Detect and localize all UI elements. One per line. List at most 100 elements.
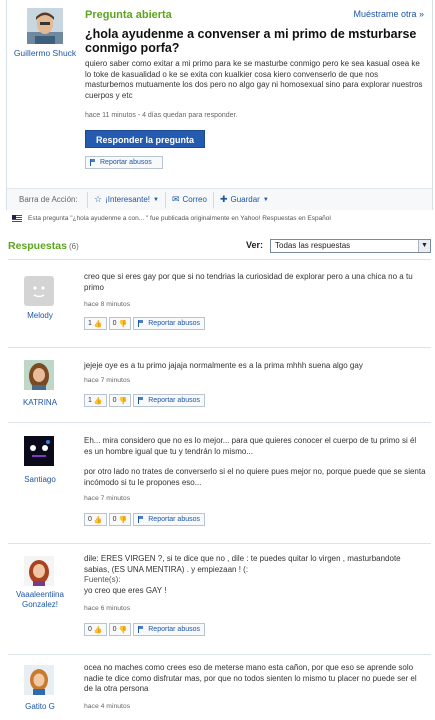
thumbs-down-button[interactable]: 0 👎 xyxy=(108,623,132,636)
answer-item: Vaaaleentiina Gonzalez! dile: ERES VIRGE… xyxy=(8,544,431,655)
downvote-count: 0 xyxy=(112,320,117,327)
question-meta: hace 11 minutos - 4 días quedan para res… xyxy=(85,112,238,119)
chevron-down-icon: ▼ xyxy=(153,196,159,203)
thumbs-down-icon: 👎 xyxy=(118,397,128,405)
flag-icon xyxy=(138,397,144,404)
report-label: Reportar abusos xyxy=(148,397,201,404)
answer-item: Santiago Eh... mira considero que no es … xyxy=(8,423,431,544)
question-status: Pregunta abierta xyxy=(85,9,172,21)
answer-text: jejeje oye es a tu primo jajaja normalme… xyxy=(84,361,363,370)
answer-source: Fuente(s): yo creo que eres GAY ! xyxy=(84,575,426,596)
report-label: Reportar abusos xyxy=(100,159,152,166)
answer-time: hace 6 minutos xyxy=(84,605,131,612)
thumbs-down-icon: 👎 xyxy=(118,626,128,634)
source-text: yo creo que eres GAY ! xyxy=(84,585,167,595)
thumbs-up-button[interactable]: 1 👍 xyxy=(84,317,107,330)
report-abuse-button[interactable]: Reportar abusos xyxy=(133,623,206,636)
user-name[interactable]: Gatito G xyxy=(8,702,72,712)
user-name[interactable]: Santiago xyxy=(8,475,72,485)
question-title: ¿hola ayudenme a convenser a mi primo de… xyxy=(85,27,417,55)
vote-bar: 1 👍 0 👎 Reportar abusos xyxy=(84,317,206,330)
thumbs-down-button[interactable]: 0 👎 xyxy=(108,513,132,526)
thumbs-down-button[interactable]: 0 👎 xyxy=(108,394,132,407)
downvote-count: 0 xyxy=(112,626,117,633)
mail-icon: ✉ xyxy=(171,194,180,204)
thumbs-down-icon: 👎 xyxy=(118,320,128,328)
show-another-link[interactable]: Muéstrame otra » xyxy=(353,9,424,19)
answers-filter-select[interactable]: Todas las respuestas ▼ xyxy=(270,239,431,253)
thumbs-up-button[interactable]: 1 👍 xyxy=(84,394,107,407)
chevron-down-icon: ▼ xyxy=(262,196,269,203)
vote-bar: 1 👍 0 👎 Reportar abusos xyxy=(84,394,206,407)
report-label: Reportar abusos xyxy=(148,320,201,327)
filter-label: Ver: xyxy=(245,240,263,250)
answers-title: Respuestas xyxy=(8,240,67,252)
thumbs-up-icon: 👍 xyxy=(93,516,103,524)
report-label: Reportar abusos xyxy=(148,626,201,633)
thumbs-down-button[interactable]: 0 👎 xyxy=(108,317,132,330)
interesting-button[interactable]: ☆ ¡Interesante! ▼ xyxy=(87,191,165,208)
answer-text: dile: ERES VIRGEN ?, si te dice que no ,… xyxy=(84,554,401,574)
answer-time: hace 7 minutos xyxy=(84,377,131,384)
chevron-down-icon: ▼ xyxy=(418,240,430,252)
us-flag-icon xyxy=(12,215,22,222)
downvote-count: 0 xyxy=(112,516,117,523)
answers-count: (6) xyxy=(68,242,79,251)
user-name[interactable]: KATRINA xyxy=(8,398,72,408)
upvote-count: 0 xyxy=(88,516,92,523)
mail-label: Correo xyxy=(182,195,207,204)
flag-icon xyxy=(138,626,144,633)
interesting-label: ¡Interesante! xyxy=(105,195,150,204)
answer-item: Melody creo que si eres gay por que si n… xyxy=(8,260,431,348)
vote-bar: 0 👍 0 👎 Reportar abusos xyxy=(84,513,206,526)
upvote-count: 1 xyxy=(88,397,92,404)
flag-icon xyxy=(138,516,144,523)
origin-note: Esta pregunta "¿hola ayudenme a con... "… xyxy=(12,215,331,222)
answer-item: KATRINA jejeje oye es a tu primo jajaja … xyxy=(8,348,431,423)
report-abuse-button[interactable]: Reportar abusos xyxy=(133,394,206,407)
user-avatar[interactable] xyxy=(24,360,54,390)
report-abuse-button[interactable]: Reportar abusos xyxy=(133,317,206,330)
user-avatar[interactable] xyxy=(24,665,54,695)
upvote-count: 1 xyxy=(88,320,92,327)
answer-question-button[interactable]: Responder la pregunta xyxy=(85,130,205,148)
thumbs-up-button[interactable]: 0 👍 xyxy=(84,513,107,526)
answers-header: Respuestas (6) Ver: Todas las respuestas … xyxy=(8,239,431,254)
answer-item: Gatito G ocea no maches como crees eso d… xyxy=(8,655,431,720)
answer-text: creo que si eres gay por que si no tendr… xyxy=(84,272,413,292)
action-bar: Barra de Acción: ☆ ¡Interesante! ▼ ✉ Cor… xyxy=(7,188,432,210)
thumbs-up-icon: 👍 xyxy=(93,397,103,405)
answer-text: ocea no maches como crees eso de meterse… xyxy=(84,663,417,693)
user-avatar[interactable] xyxy=(24,556,54,586)
answer-text: Eh... mira considero que no es lo mejor.… xyxy=(84,436,417,456)
user-name[interactable]: Melody xyxy=(8,311,72,321)
vote-bar: 0 👍 0 👎 Reportar abusos xyxy=(84,623,206,636)
star-icon: ☆ xyxy=(94,194,103,204)
downvote-count: 0 xyxy=(112,397,117,404)
action-bar-label: Barra de Acción: xyxy=(19,195,78,204)
asker-name[interactable]: Guillermo Shuck xyxy=(13,48,77,59)
answer-text-continued: por otro lado no trates de converserlo s… xyxy=(84,467,426,487)
thumbs-up-button[interactable]: 0 👍 xyxy=(84,623,107,636)
answer-time: hace 8 minutos xyxy=(84,301,131,308)
report-abuse-button[interactable]: Reportar abusos xyxy=(85,156,163,169)
user-avatar[interactable] xyxy=(24,436,54,466)
answer-time: hace 4 minutos xyxy=(84,703,131,710)
report-abuse-button[interactable]: Reportar abusos xyxy=(133,513,206,526)
origin-note-text: Esta pregunta "¿hola ayudenme a con... "… xyxy=(28,215,331,222)
user-avatar[interactable] xyxy=(24,276,54,306)
thumbs-down-icon: 👎 xyxy=(118,516,128,524)
user-name[interactable]: Vaaaleentiina Gonzalez! xyxy=(8,590,72,610)
filter-value: Todas las respuestas xyxy=(275,241,351,250)
answer-time: hace 7 minutos xyxy=(84,495,131,502)
question-body: quiero saber como exitar a mi primo para… xyxy=(85,59,423,100)
source-label: Fuente(s): xyxy=(84,575,121,584)
save-button[interactable]: ✚ Guardar ▼ xyxy=(212,191,275,208)
show-another-label: Muéstrame otra » xyxy=(353,9,424,19)
mail-button[interactable]: ✉ Correo xyxy=(164,191,213,208)
flag-icon xyxy=(138,320,144,327)
thumbs-up-icon: 👍 xyxy=(93,320,103,328)
save-label: Guardar xyxy=(230,195,260,204)
asker-avatar[interactable] xyxy=(27,8,63,44)
plus-icon: ✚ xyxy=(219,194,228,204)
